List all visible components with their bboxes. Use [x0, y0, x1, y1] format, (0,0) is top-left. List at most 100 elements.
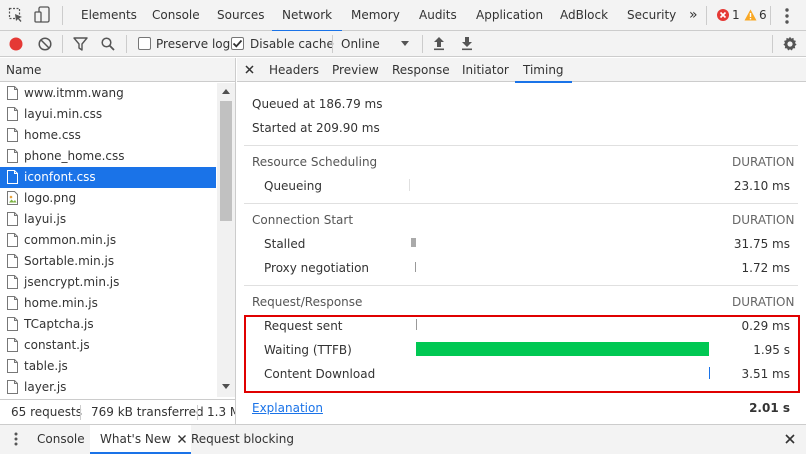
- filter-icon[interactable]: [73, 37, 88, 51]
- more-options-icon[interactable]: [785, 8, 789, 24]
- search-icon[interactable]: [101, 37, 115, 51]
- duration-header: DURATION: [732, 213, 795, 227]
- more-tabs-button[interactable]: »: [689, 0, 698, 31]
- timing-value-queueing: 23.10 ms: [733, 179, 790, 193]
- tab-sources[interactable]: Sources: [217, 0, 264, 31]
- document-icon: [7, 233, 18, 247]
- document-icon: [7, 128, 18, 142]
- tab-headers[interactable]: Headers: [269, 58, 319, 82]
- throttling-select[interactable]: Online: [341, 31, 380, 57]
- tab-preview[interactable]: Preview: [332, 58, 379, 82]
- error-icon[interactable]: [717, 9, 729, 21]
- clear-icon[interactable]: [38, 37, 52, 51]
- request-row[interactable]: www.itmm.wang: [0, 83, 216, 104]
- tab-response[interactable]: Response: [392, 58, 450, 82]
- drawer-tab-console[interactable]: Console: [29, 425, 93, 454]
- tab-adblock[interactable]: AdBlock: [560, 0, 608, 31]
- drawer-tab-whats-new[interactable]: What's New: [90, 425, 192, 454]
- request-name: www.itmm.wang: [24, 86, 124, 100]
- tab-elements[interactable]: Elements: [81, 0, 137, 31]
- bottom-drawer: Console What's New Request blocking: [0, 424, 806, 454]
- explanation-link[interactable]: Explanation: [252, 401, 323, 415]
- close-detail-icon[interactable]: [245, 65, 254, 74]
- document-icon: [7, 380, 18, 394]
- request-row[interactable]: table.js: [0, 356, 216, 377]
- request-name: phone_home.css: [24, 149, 125, 163]
- request-row[interactable]: constant.js: [0, 335, 216, 356]
- preserve-log-label[interactable]: Preserve log: [156, 31, 230, 57]
- tab-console[interactable]: Console: [152, 0, 200, 31]
- tab-application[interactable]: Application: [476, 0, 543, 31]
- name-column-header[interactable]: Name: [0, 58, 235, 82]
- request-row[interactable]: jsencrypt.min.js: [0, 272, 216, 293]
- document-icon: [7, 254, 18, 268]
- disable-cache-label[interactable]: Disable cache: [250, 31, 334, 57]
- document-icon: [7, 275, 18, 289]
- document-icon: [7, 170, 18, 184]
- close-drawer-icon[interactable]: [785, 434, 795, 444]
- record-icon[interactable]: [9, 37, 23, 51]
- timing-value-proxy-negotiation: 1.72 ms: [741, 261, 790, 275]
- tab-network[interactable]: Network: [271, 0, 343, 32]
- drawer-menu-icon[interactable]: [14, 432, 18, 446]
- request-row[interactable]: layui.min.css: [0, 104, 216, 125]
- warning-count[interactable]: 6: [759, 0, 767, 31]
- checkmark-icon: [232, 39, 243, 48]
- request-row[interactable]: Sortable.min.js: [0, 251, 216, 272]
- timing-label-queueing: Queueing: [264, 179, 322, 193]
- divider: [244, 145, 798, 146]
- device-toolbar-icon[interactable]: [34, 6, 50, 24]
- highlight-box: [244, 315, 800, 393]
- request-row[interactable]: TCaptcha.js: [0, 314, 216, 335]
- tab-security[interactable]: Security: [627, 0, 676, 31]
- image-icon: [7, 191, 18, 205]
- scroll-down-arrow-icon[interactable]: [222, 384, 230, 389]
- error-count[interactable]: 1: [732, 0, 740, 31]
- request-row[interactable]: phone_home.css: [0, 146, 216, 167]
- timing-label-proxy-negotiation: Proxy negotiation: [264, 261, 370, 275]
- tab-memory[interactable]: Memory: [351, 0, 400, 31]
- inspect-element-icon[interactable]: [8, 7, 24, 23]
- settings-gear-icon[interactable]: [782, 36, 798, 52]
- request-row[interactable]: common.min.js: [0, 230, 216, 251]
- request-name: jsencrypt.min.js: [24, 275, 120, 289]
- document-icon: [7, 149, 18, 163]
- drawer-tab-request-blocking[interactable]: Request blocking: [183, 425, 302, 454]
- disable-cache-checkbox[interactable]: [231, 37, 244, 50]
- import-har-icon[interactable]: [433, 36, 445, 51]
- request-name: layui.js: [24, 212, 67, 226]
- request-row[interactable]: iconfont.css: [0, 167, 216, 188]
- preserve-log-checkbox[interactable]: [138, 37, 151, 50]
- request-row[interactable]: layui.js: [0, 209, 216, 230]
- tab-initiator[interactable]: Initiator: [462, 58, 509, 82]
- request-count: 65 requests: [11, 405, 82, 419]
- request-name: layer.js: [24, 380, 67, 394]
- request-name: home.css: [24, 128, 81, 142]
- warning-icon[interactable]: [744, 9, 757, 21]
- scrollbar-thumb[interactable]: [220, 101, 232, 221]
- started-at-text: Started at 209.90 ms: [252, 121, 380, 135]
- network-status-bar: 65 requests 769 kB transferred 1.3 M: [0, 399, 235, 424]
- divider: [244, 203, 798, 204]
- document-icon: [7, 296, 18, 310]
- divider: [244, 285, 798, 286]
- document-icon: [7, 107, 18, 121]
- section-title-request-response: Request/Response: [252, 295, 363, 309]
- request-row[interactable]: layer.js: [0, 377, 216, 398]
- stalled-bar: [411, 238, 416, 247]
- duration-header: DURATION: [732, 155, 795, 169]
- tab-audits[interactable]: Audits: [419, 0, 457, 31]
- request-row[interactable]: logo.png: [0, 188, 216, 209]
- request-row[interactable]: home.min.js: [0, 293, 216, 314]
- scroll-up-arrow-icon[interactable]: [222, 89, 230, 94]
- section-title-resource-scheduling: Resource Scheduling: [252, 155, 378, 169]
- export-har-icon[interactable]: [461, 36, 473, 51]
- request-row[interactable]: home.css: [0, 125, 216, 146]
- document-icon: [7, 359, 18, 373]
- tab-timing[interactable]: Timing: [515, 58, 572, 83]
- request-name: home.min.js: [24, 296, 98, 310]
- chevron-down-icon[interactable]: [401, 41, 409, 47]
- request-name: iconfont.css: [24, 170, 96, 184]
- request-name: Sortable.min.js: [24, 254, 115, 268]
- duration-header: DURATION: [732, 295, 795, 309]
